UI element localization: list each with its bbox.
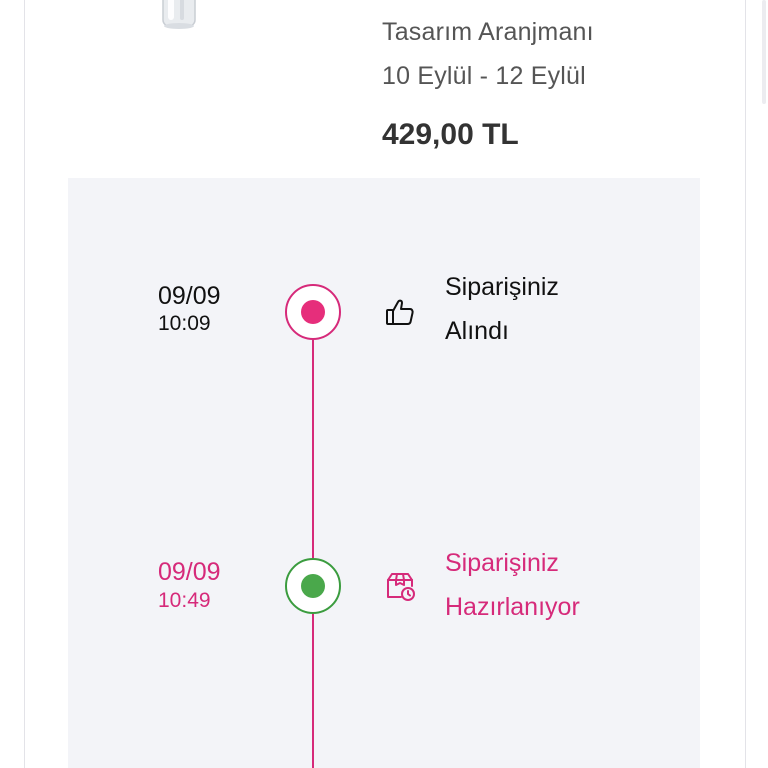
box-clock-icon [387,573,415,601]
delivery-date-range: 10 Eylül - 12 Eylül [382,62,586,90]
step-title-line2: Alındı [445,317,509,345]
scrollbar[interactable] [762,0,766,104]
step-time: 10:09 [158,312,211,335]
timeline-connector [312,614,314,768]
step-date: 09/09 [158,282,221,310]
product-price: 429,00 TL [382,118,519,151]
product-image[interactable] [160,0,198,30]
step-title-line1: Siparişiniz [445,549,559,577]
step-date: 09/09 [158,558,221,586]
step-title-line2: Hazırlanıyor [445,593,580,621]
status-dot [301,574,325,598]
timeline-node-received [285,284,341,340]
order-status-timeline [68,178,700,768]
step-title-line1: Siparişiniz [445,273,559,301]
step-time: 10:49 [158,589,211,612]
timeline-connector [312,340,314,558]
status-dot [301,300,325,324]
product-name: Tasarım Aranjmanı [382,18,594,46]
thumbs-up-icon [386,299,414,325]
timeline-node-preparing [285,558,341,614]
